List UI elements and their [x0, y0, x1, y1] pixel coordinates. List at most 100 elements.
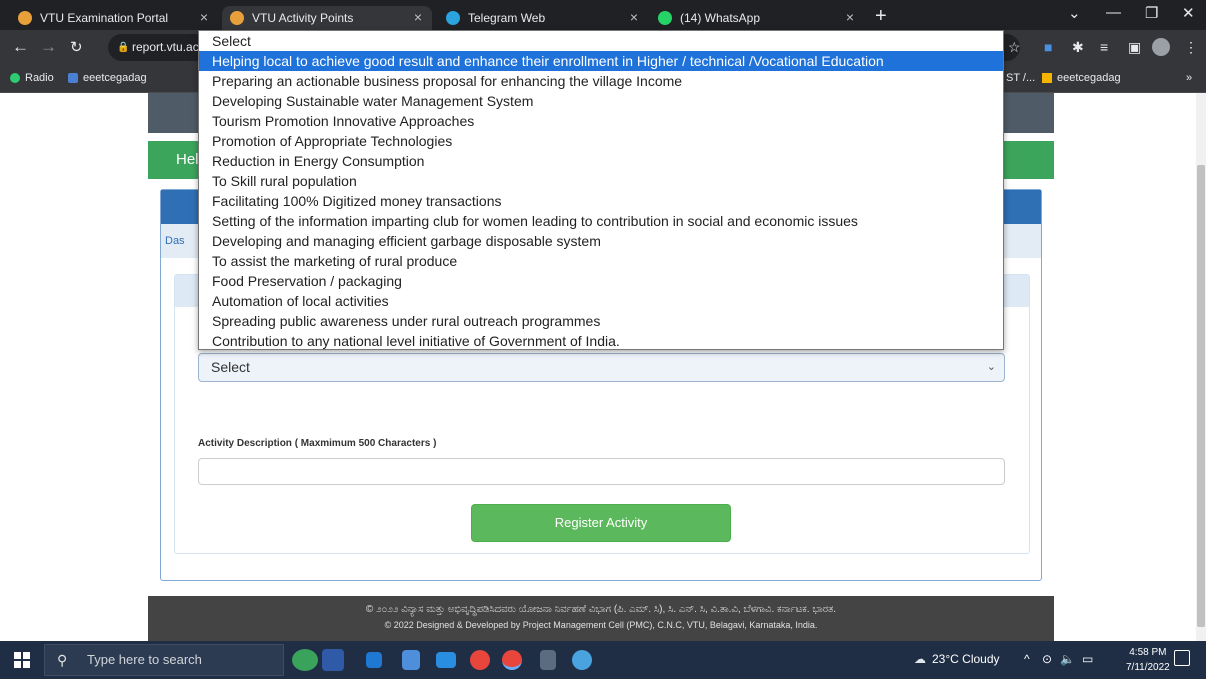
new-tab-button[interactable]: + [875, 5, 887, 27]
tab-telegram-web[interactable]: Telegram Web × [438, 6, 648, 30]
store-icon[interactable] [402, 650, 420, 670]
bookmark-radio[interactable]: Radio [10, 72, 54, 84]
dropdown-option[interactable]: To assist the marketing of rural produce [199, 251, 1003, 271]
close-window-icon[interactable]: ✕ [1182, 4, 1195, 22]
dropdown-option[interactable]: Spreading public awareness under rural o… [199, 311, 1003, 331]
close-tab-icon[interactable]: × [200, 9, 208, 25]
vtu-logo-icon [18, 11, 32, 25]
cloud-icon: ☁ [914, 652, 926, 666]
dropdown-option[interactable]: Developing and managing efficient garbag… [199, 231, 1003, 251]
forward-arrow-icon[interactable]: → [40, 37, 57, 57]
weather-text[interactable]: 23°C Cloudy [932, 652, 1000, 666]
close-tab-icon[interactable]: × [414, 9, 422, 25]
bookmark-label: eeetcegadag [1057, 72, 1121, 84]
task-view-icon[interactable] [366, 652, 382, 668]
dropdown-option[interactable]: Preparing an actionable business proposa… [199, 71, 1003, 91]
network-icon[interactable]: ⊙ [1042, 652, 1052, 666]
tab-title: Telegram Web [468, 11, 546, 25]
reload-icon[interactable]: ↻ [70, 38, 83, 56]
activity-select-value: Select [211, 359, 250, 375]
extensions-puzzle-icon[interactable]: ✱ [1072, 39, 1084, 56]
activity-description-label: Activity Description ( Maxmimum 500 Char… [198, 438, 437, 449]
dropdown-option[interactable]: Reduction in Energy Consumption [199, 151, 1003, 171]
reading-list-icon[interactable]: ≡ [1100, 39, 1108, 55]
whatsapp-icon [658, 11, 672, 25]
dropdown-option[interactable]: Facilitating 100% Digitized money transa… [199, 191, 1003, 211]
hidden-icons-chevron-icon[interactable]: ^ [1024, 652, 1030, 666]
telegram-icon [446, 11, 460, 25]
bookmark-eeetcegadag-drive[interactable]: eeetcegadag [1042, 72, 1121, 84]
bookmark-star-icon[interactable]: ☆ [1008, 39, 1021, 56]
chevron-down-icon: ⌄ [986, 361, 996, 373]
tab-title: VTU Examination Portal [40, 11, 169, 25]
more-menu-icon[interactable]: ⋮ [1184, 39, 1198, 56]
bookmark-fragment[interactable]: ST /... [1006, 72, 1035, 84]
tab-search-chevron-icon[interactable]: ⌄ [1068, 4, 1081, 22]
weather-news-icon[interactable] [292, 649, 318, 671]
bookmark-icon [68, 73, 78, 83]
search-icon: ⚲ [57, 652, 68, 668]
windows-taskbar: ⚲ Type here to search ☁ 23°C Cloudy ^ ⊙ … [0, 641, 1206, 679]
page-scrollbar[interactable] [1196, 93, 1206, 641]
dropdown-option[interactable]: Setting of the information imparting clu… [199, 211, 1003, 231]
clock-date: 7/11/2022 [1126, 662, 1170, 673]
dropdown-option[interactable]: Developing Sustainable water Management … [199, 91, 1003, 111]
photos-icon[interactable] [322, 649, 344, 671]
mail-icon[interactable] [436, 652, 456, 668]
close-tab-icon[interactable]: × [630, 9, 638, 25]
notification-center-icon[interactable] [1174, 650, 1190, 666]
tab-vtu-examination-portal[interactable]: VTU Examination Portal × [10, 6, 218, 30]
more-bookmarks-icon[interactable]: » [1186, 72, 1192, 84]
restore-icon[interactable]: ❐ [1145, 4, 1158, 22]
chrome-icon[interactable] [470, 650, 490, 670]
minimize-icon[interactable]: — [1106, 4, 1121, 21]
footer-kannada-text: © ೨೦೨೨ ವಿನ್ಯಾಸ ಮತ್ತು ಅಭಿವೃದ್ಧಿಪಡಿಸಿದವರು … [365, 604, 837, 615]
footer-english-text: © 2022 Designed & Developed by Project M… [384, 620, 818, 630]
clock-time: 4:58 PM [1129, 647, 1167, 658]
bookmark-label: Radio [25, 72, 54, 84]
scrollbar-thumb[interactable] [1197, 165, 1205, 627]
windows-start-icon[interactable] [14, 652, 30, 668]
back-arrow-icon[interactable]: ← [12, 37, 29, 57]
vtu-logo-icon [230, 11, 244, 25]
dropdown-option[interactable]: To Skill rural population [199, 171, 1003, 191]
tab-whatsapp[interactable]: (14) WhatsApp × [650, 6, 864, 30]
address-bar-url: report.vtu.ac [132, 40, 199, 54]
bookmark-label: eeetcegadag [83, 72, 147, 84]
tab-title: VTU Activity Points [252, 11, 354, 25]
tab-vtu-activity-points[interactable]: VTU Activity Points × [222, 6, 432, 30]
dropdown-option[interactable]: Helping local to achieve good result and… [199, 51, 1003, 71]
activity-select-dropdown: Select Helping local to achieve good resu… [198, 30, 1004, 350]
dropdown-option[interactable]: Select [199, 31, 1003, 51]
activity-select[interactable]: Select ⌄ [198, 353, 1005, 382]
language-icon[interactable]: ▭ [1082, 652, 1093, 666]
tab-title: (14) WhatsApp [680, 11, 761, 25]
radio-icon [10, 73, 20, 83]
taskbar-search-placeholder: Type here to search [87, 652, 202, 667]
chrome-profile-icon[interactable] [502, 650, 522, 670]
welcome-banner-text: Hel [176, 151, 199, 168]
browser-app-icon[interactable] [572, 650, 592, 670]
bookmark-eeetcegadag[interactable]: eeetcegadag [68, 72, 147, 84]
bookmark-label: ST /... [1006, 72, 1036, 84]
dropdown-option[interactable]: Contribution to any national level initi… [199, 331, 1003, 349]
extension-icon[interactable]: ■ [1044, 39, 1052, 55]
taskbar-search-box[interactable]: ⚲ Type here to search [44, 644, 284, 676]
lock-icon: 🔒 [117, 42, 130, 53]
side-panel-icon[interactable]: ▣ [1128, 39, 1141, 56]
calculator-icon[interactable] [540, 650, 556, 670]
profile-avatar-icon[interactable] [1152, 38, 1170, 56]
google-drive-icon [1042, 73, 1052, 83]
register-activity-button[interactable]: Register Activity [471, 504, 731, 542]
dropdown-option[interactable]: Food Preservation / packaging [199, 271, 1003, 291]
activity-description-input[interactable] [198, 458, 1005, 485]
page-footer: © ೨೦೨೨ ವಿನ್ಯಾಸ ಮತ್ತು ಅಭಿವೃದ್ಧಿಪಡಿಸಿದವರು … [148, 596, 1054, 641]
dropdown-option[interactable]: Promotion of Appropriate Technologies [199, 131, 1003, 151]
close-tab-icon[interactable]: × [846, 9, 854, 25]
browser-tab-strip: VTU Examination Portal × VTU Activity Po… [0, 0, 1206, 30]
breadcrumb-dashboard-link[interactable]: Das [165, 235, 185, 247]
dropdown-option[interactable]: Tourism Promotion Innovative Approaches [199, 111, 1003, 131]
volume-icon[interactable]: 🔈 [1060, 652, 1075, 666]
dropdown-option[interactable]: Automation of local activities [199, 291, 1003, 311]
system-clock[interactable]: 4:58 PM 7/11/2022 [1126, 645, 1170, 675]
